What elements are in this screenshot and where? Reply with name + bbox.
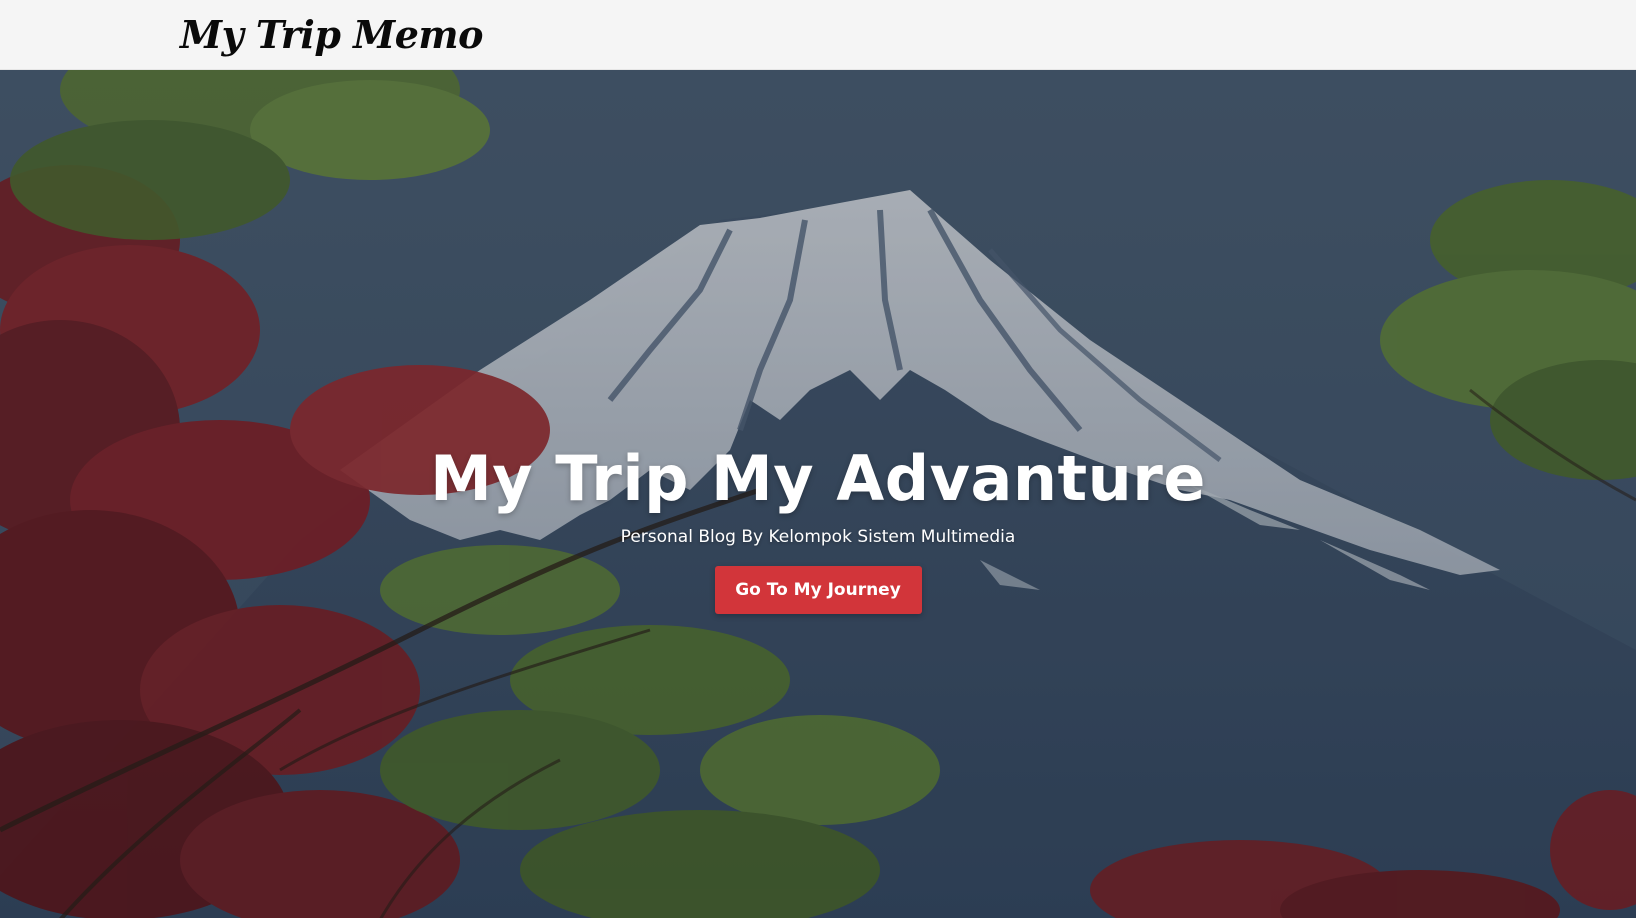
go-to-journey-button[interactable]: Go To My Journey — [714, 566, 922, 614]
navbar: My Trip Memo — [0, 0, 1636, 70]
hero-title: My Trip My Advanture — [430, 442, 1206, 515]
brand-logo[interactable]: My Trip Memo — [180, 10, 483, 60]
hero-subtitle: Personal Blog By Kelompok Sistem Multime… — [620, 527, 1016, 547]
hero-content: My Trip My Advanture Personal Blog By Ke… — [0, 440, 1636, 614]
hero-section: My Trip My Advanture Personal Blog By Ke… — [0, 70, 1636, 920]
